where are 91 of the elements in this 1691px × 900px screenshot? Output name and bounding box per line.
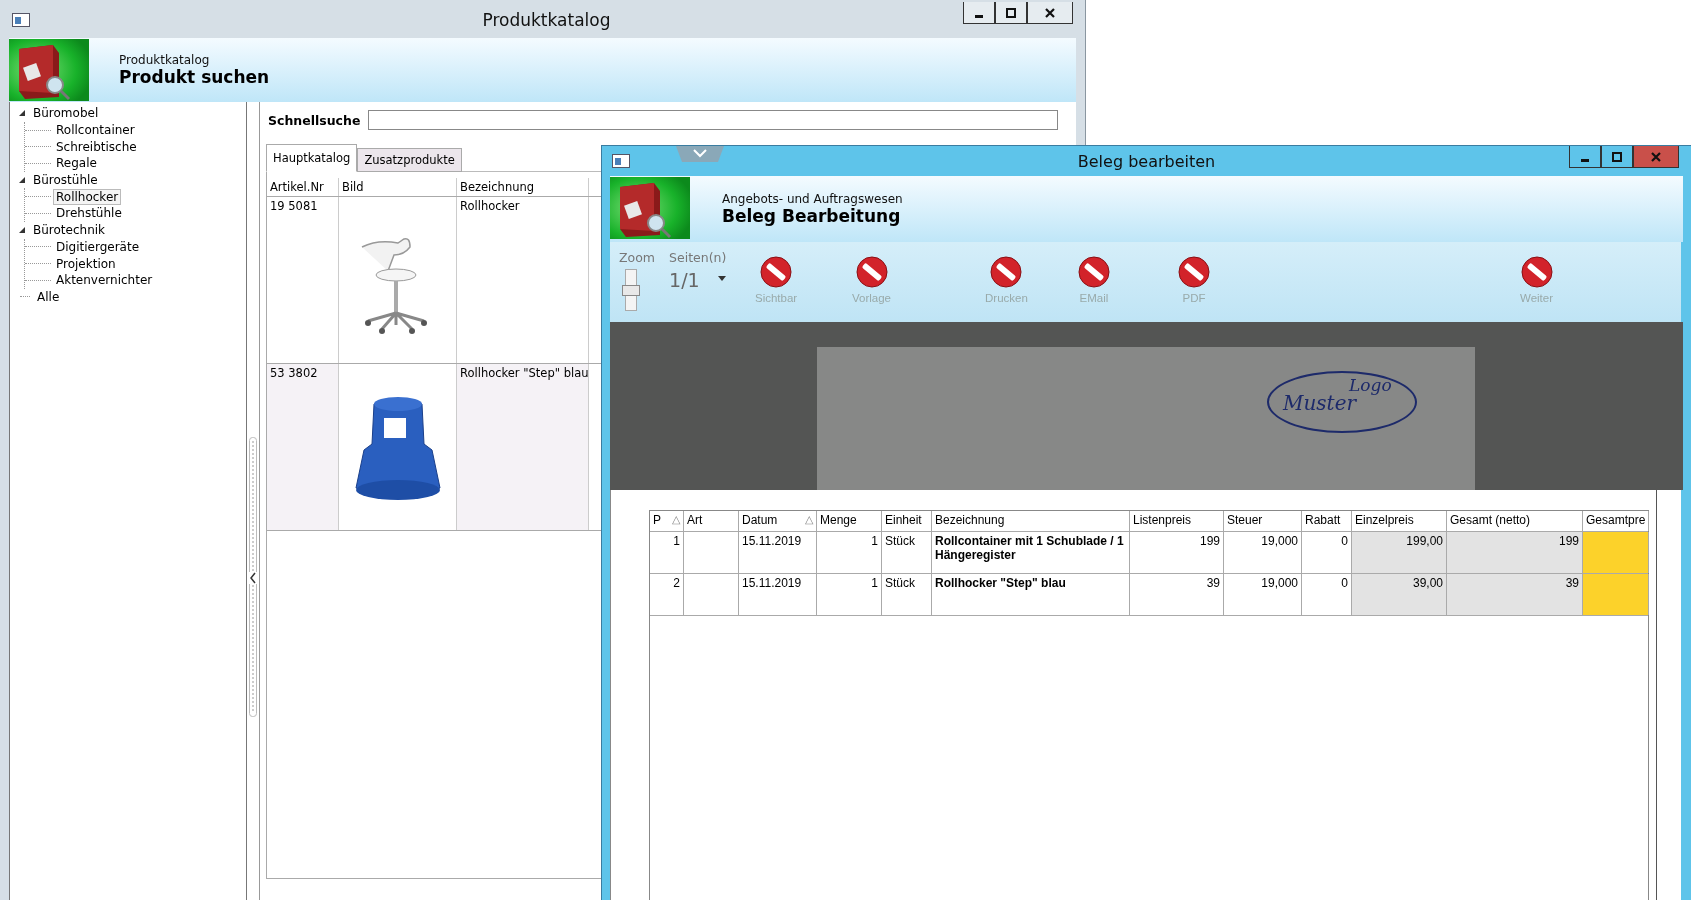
no-entry-icon [1078, 256, 1110, 288]
table-cell: Rollcontainer mit 1 Schublade / 1 Hängeregister [932, 532, 1130, 573]
close-icon [1650, 150, 1662, 163]
table-cell: 15.11.2019 [739, 574, 817, 615]
minimize-button[interactable] [963, 2, 995, 24]
expanded-arrow-icon[interactable] [18, 176, 26, 185]
tree-item[interactable]: Büromobel [30, 105, 102, 122]
column-header[interactable]: Menge [820, 513, 857, 529]
window-title: Beleg bearbeiten [1076, 151, 1217, 171]
column-header[interactable]: Einzelpreis [1355, 513, 1414, 529]
column-header[interactable]: Artikel.Nr [267, 178, 339, 196]
column-header[interactable]: Gesamt (netto) [1450, 513, 1531, 529]
table-cell: 39 [1130, 574, 1224, 615]
tree-item[interactable]: Bürostühle [30, 172, 101, 189]
table-cell: 199 [1447, 532, 1583, 573]
window-title: Produktkatalog [481, 10, 612, 30]
minimize-button[interactable] [1569, 146, 1601, 168]
table-cell: 1 [817, 532, 882, 573]
no-entry-icon [1520, 256, 1553, 288]
table-cell: Stück [882, 574, 932, 615]
header-heading: Produkt suchen [119, 67, 270, 87]
maximize-icon [1611, 150, 1623, 163]
minimize-icon [1581, 158, 1589, 162]
no-entry-icon [760, 256, 793, 288]
tree-item[interactable]: Regale [53, 155, 100, 172]
no-entry-icon [1178, 256, 1210, 288]
table-cell: 1 [817, 574, 882, 615]
table-cell: 199,00 [1352, 532, 1447, 573]
column-header[interactable]: Steuer [1227, 513, 1263, 529]
collapse-arrow-icon[interactable] [249, 572, 257, 584]
close-icon [1044, 6, 1056, 19]
table-cell: 39,00 [1352, 574, 1447, 615]
maximize-button[interactable] [995, 2, 1027, 24]
tree-item[interactable]: Rollhocker [53, 188, 122, 205]
tree-item[interactable]: Rollcontainer [53, 122, 138, 139]
column-header[interactable]: Datum [742, 513, 778, 529]
maximize-icon [1005, 6, 1017, 19]
tree-item[interactable]: Digitiergeräte [53, 238, 143, 255]
tree-item[interactable]: Drehstühle [53, 205, 125, 222]
tab[interactable]: Zusatzprodukte [357, 148, 462, 172]
zoom-label: Zoom [619, 250, 656, 265]
column-header[interactable]: P [653, 513, 661, 529]
table-cell: 199 [1130, 532, 1224, 573]
column-header[interactable]: Bild [339, 178, 457, 196]
zoom-slider[interactable] [625, 269, 637, 311]
sort-indicator[interactable]: △ [805, 513, 813, 529]
sort-indicator[interactable]: △ [672, 513, 680, 529]
window-icon [12, 13, 30, 27]
tree-item[interactable]: Alle [34, 288, 63, 305]
table-cell: Rollhocker "Step" blau [457, 364, 589, 530]
close-button[interactable] [1027, 2, 1073, 24]
expanded-arrow-icon[interactable] [18, 226, 26, 235]
header-heading: Beleg Bearbeitung [722, 206, 902, 226]
expanded-arrow-icon[interactable] [18, 109, 26, 118]
pages-label: Seiten(n) [669, 250, 727, 265]
column-header[interactable]: Einheit [885, 513, 922, 529]
dropdown-arrow-icon[interactable] [717, 275, 726, 281]
header-subtitle: Produktkatalog [119, 53, 211, 67]
no-entry-icon [855, 256, 888, 288]
table-cell: 39 [1447, 574, 1583, 615]
table-cell: 15.11.2019 [739, 532, 817, 573]
table-cell: 1 [650, 532, 684, 573]
logo-drawing: Muster Logo [1267, 371, 1417, 433]
header-subtitle: Angebots- und Auftragswesen [722, 192, 903, 206]
column-header[interactable]: Rabatt [1305, 513, 1341, 529]
table-cell: 19,000 [1224, 532, 1302, 573]
page-count: 1/1 [669, 269, 700, 291]
tab[interactable]: Hauptkatalog [266, 144, 358, 172]
tree-item[interactable]: Schreibtische [53, 138, 140, 155]
splitter-handle-icon[interactable] [249, 437, 257, 717]
minimize-icon [975, 14, 983, 18]
table-cell: 53 3802 [267, 364, 339, 530]
maximize-button[interactable] [1601, 146, 1633, 168]
table-cell: 2 [650, 574, 684, 615]
no-entry-icon [990, 256, 1023, 288]
slider-thumb[interactable] [622, 285, 640, 296]
product-box-logo-icon [610, 177, 690, 239]
column-header[interactable]: Art [687, 513, 703, 529]
tree-item[interactable]: Aktenvernichter [53, 272, 156, 289]
tree-item[interactable]: Bürotechnik [30, 222, 109, 239]
table-cell: Rollhocker "Step" blau [932, 574, 1130, 615]
table-cell: 19,000 [1224, 574, 1302, 615]
search-label: Schnellsuche [268, 112, 361, 128]
window-icon [612, 154, 630, 168]
column-header[interactable]: Gesamtpre [1586, 513, 1646, 529]
table-cell: Stück [882, 532, 932, 573]
tree-item[interactable]: Projektion [53, 255, 119, 272]
column-header[interactable]: Bezeichnung [457, 178, 589, 196]
column-header[interactable]: Listenpreis [1133, 513, 1192, 529]
search-field[interactable] [368, 110, 1059, 130]
column-header[interactable]: Bezeichnung [935, 513, 1005, 529]
